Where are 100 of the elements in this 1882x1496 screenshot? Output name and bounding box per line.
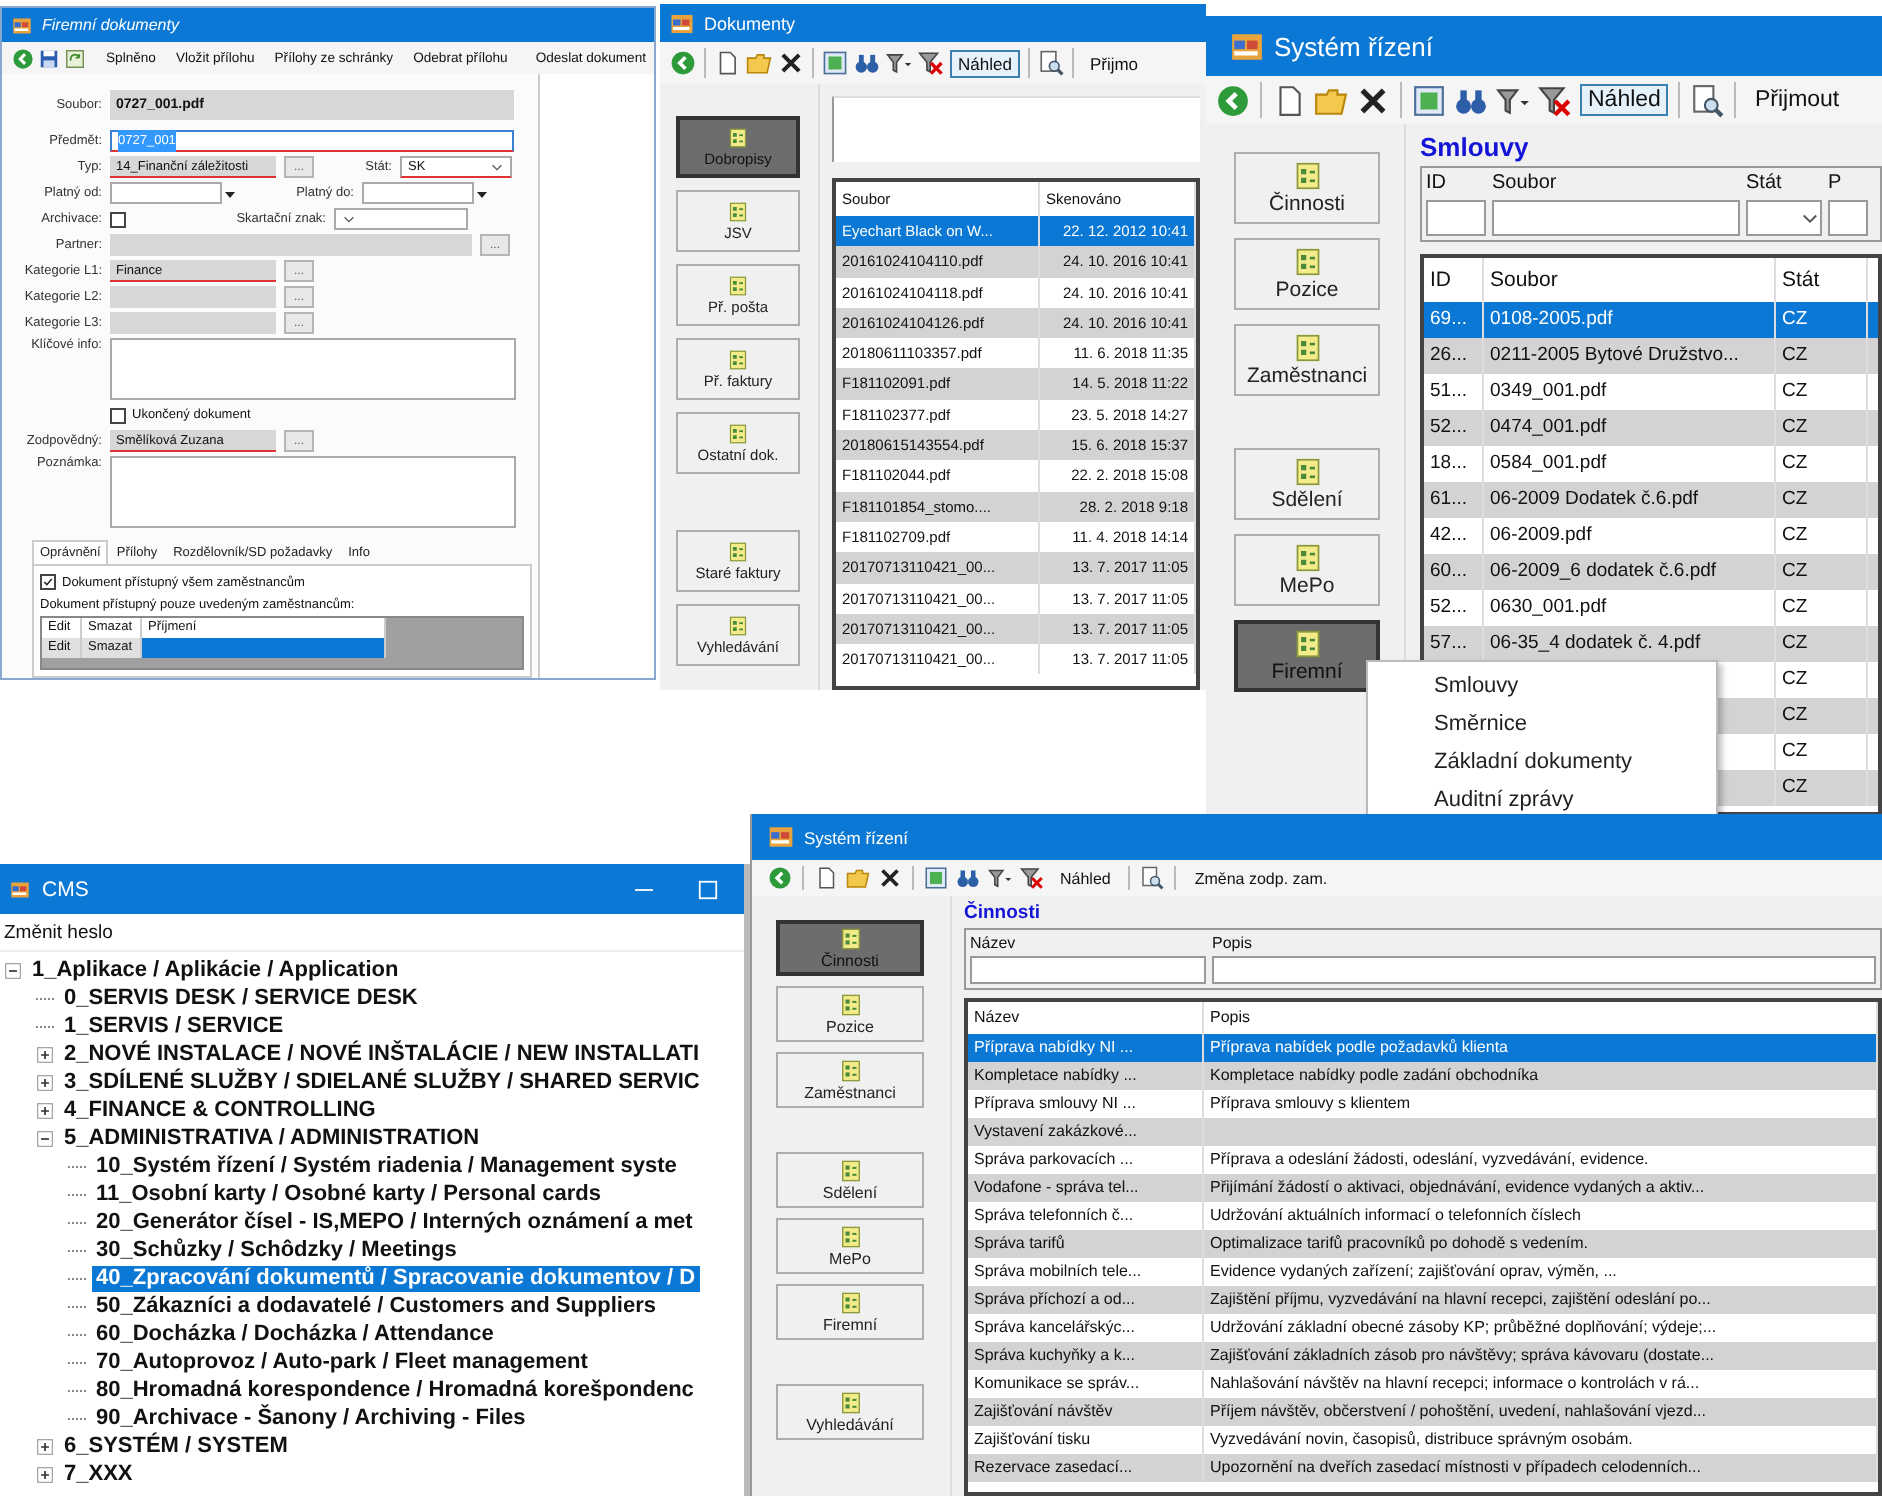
print-preview-icon[interactable] bbox=[1140, 866, 1165, 890]
back-icon[interactable] bbox=[12, 47, 34, 69]
back-icon[interactable] bbox=[670, 50, 696, 76]
nav-button[interactable]: Pozice bbox=[1234, 238, 1380, 310]
clear-filter-icon[interactable] bbox=[1020, 866, 1044, 890]
filter-icon[interactable] bbox=[886, 50, 912, 76]
nav-button[interactable]: Pozice bbox=[776, 986, 924, 1042]
binoculars-icon[interactable] bbox=[956, 866, 980, 890]
table-row[interactable]: Vodafone - správa tel... Přijímání žádostí o aktivaci, objednávání, evidence vydaných a aktiv... bbox=[968, 1174, 1878, 1202]
new-document-icon[interactable] bbox=[814, 866, 838, 890]
tree-item[interactable]: 10_Systém řízení / Systém riadenia / Management syste bbox=[92, 1153, 681, 1179]
filter-field[interactable] bbox=[1212, 956, 1876, 984]
table-row[interactable]: Správa příchozí a od... Zajištění příjmu, vyzvedávání na hlavní recepci, zajištění odeslání po... bbox=[968, 1286, 1878, 1314]
collapse-icon[interactable] bbox=[36, 1129, 54, 1147]
filter-field[interactable] bbox=[1492, 200, 1740, 236]
table-row[interactable]: Příprava nabídky NI ... Příprava nabídek podle požadavků klienta bbox=[968, 1034, 1878, 1062]
checkbox[interactable] bbox=[110, 211, 126, 227]
partner-field[interactable] bbox=[110, 234, 472, 256]
clear-filter-icon[interactable] bbox=[1538, 83, 1572, 117]
refresh-icon[interactable] bbox=[1412, 83, 1446, 117]
nav-button[interactable]: MePo bbox=[776, 1218, 924, 1274]
expand-icon[interactable] bbox=[36, 1073, 54, 1091]
tree-item[interactable]: 40_Zpracování dokumentů / Spracovanie dokumentov / D bbox=[92, 1265, 700, 1291]
nav-button[interactable]: Sdělení bbox=[1234, 448, 1380, 520]
tree-item[interactable]: 3_SDÍLENÉ SLUŽBY / SDIELANÉ SLUŽBY / SHARED SERVIC bbox=[60, 1069, 704, 1095]
toolbar-button[interactable]: Přijmo bbox=[1081, 49, 1147, 77]
expand-icon[interactable] bbox=[36, 1437, 54, 1455]
tree-item[interactable]: 80_Hromadná korespondence / Hromadná korešpondenc bbox=[92, 1377, 698, 1403]
filter-field[interactable] bbox=[970, 956, 1206, 984]
tree-item[interactable]: 50_Zákazníci a dodavatelé / Customers and Suppliers bbox=[92, 1293, 660, 1319]
toolbar-button[interactable]: Změna zodp. zam. bbox=[1186, 865, 1336, 891]
new-document-icon[interactable] bbox=[714, 50, 740, 76]
menu-item[interactable]: Auditní zprávy bbox=[1368, 782, 1716, 816]
checkbox[interactable] bbox=[40, 574, 56, 590]
tree-item[interactable]: 6_SYSTÉM / SYSTEM bbox=[60, 1433, 292, 1459]
maximize-icon[interactable] bbox=[696, 877, 720, 901]
delete-icon[interactable] bbox=[1356, 83, 1390, 117]
table-row[interactable]: Správa kuchyňky a k... Zajišťování základních zásob pro návštěvy; správa kávovaru (dostate... bbox=[968, 1342, 1878, 1370]
table-row[interactable]: Zajišťování návštěv Příjem návštěv, občerstvení / pohoštění, uvedení, nahlašování vjezd... bbox=[968, 1398, 1878, 1426]
save-icon[interactable] bbox=[38, 47, 60, 69]
tree-item[interactable]: 70_Autoprovoz / Auto-park / Fleet management bbox=[92, 1349, 592, 1375]
filter-field[interactable] bbox=[1828, 200, 1868, 236]
checkbox[interactable] bbox=[110, 407, 126, 423]
tree-item[interactable]: 60_Docházka / Docházka / Attendance bbox=[92, 1321, 498, 1347]
nav-button[interactable]: Firemní bbox=[1234, 620, 1380, 692]
tree-item[interactable]: 30_Schůzky / Schôdzky / Meetings bbox=[92, 1237, 461, 1263]
tree-item[interactable]: 5_ADMINISTRATIVA / ADMINISTRATION bbox=[60, 1125, 484, 1151]
folder-icon[interactable] bbox=[846, 866, 870, 890]
preview-button[interactable]: Náhled bbox=[1580, 84, 1669, 116]
category-field[interactable] bbox=[110, 286, 276, 308]
print-preview-icon[interactable] bbox=[1037, 50, 1064, 76]
table-row[interactable]: Správa tarifů Optimalizace tarifů pracovníků po dohodě s vedením. bbox=[968, 1230, 1878, 1258]
preview-button[interactable]: Náhled bbox=[1052, 865, 1119, 891]
selected-cell[interactable] bbox=[142, 638, 386, 658]
back-icon[interactable] bbox=[768, 866, 792, 890]
tree-item[interactable]: 0_SERVIS DESK / SERVICE DESK bbox=[60, 985, 422, 1011]
preview-button[interactable]: Náhled bbox=[950, 49, 1020, 77]
table-row[interactable]: 60... 06-2009_6 dodatek č.6.pdf CZ bbox=[1424, 554, 1878, 590]
tree-item[interactable]: 1_Aplikace / Aplikácie / Application bbox=[28, 957, 403, 983]
tree-item[interactable]: 1_SERVIS / SERVICE bbox=[60, 1013, 288, 1039]
nav-button[interactable]: Zaměstnanci bbox=[776, 1052, 924, 1108]
nav-button[interactable]: Vyhledávání bbox=[776, 1384, 924, 1440]
expand-icon[interactable] bbox=[36, 1045, 54, 1063]
expand-icon[interactable] bbox=[36, 1101, 54, 1119]
nav-button[interactable]: Sdělení bbox=[776, 1152, 924, 1208]
tree-item[interactable]: 2_NOVÉ INSTALACE / NOVÉ INŠTALÁCIE / NEW INSTALLATI bbox=[60, 1041, 704, 1067]
back-icon[interactable] bbox=[1216, 83, 1250, 117]
refresh-icon[interactable] bbox=[64, 47, 86, 69]
tree-item[interactable]: 20_Generátor čísel - IS,MEPO / Interných oznámení a met bbox=[92, 1209, 697, 1235]
clear-filter-icon[interactable] bbox=[918, 50, 944, 76]
filter-icon[interactable] bbox=[988, 866, 1012, 890]
table-row[interactable]: 69... 0108-2005.pdf CZ bbox=[1424, 302, 1878, 338]
category-field[interactable] bbox=[110, 312, 276, 334]
table-row[interactable]: 57... 06-35_4 dodatek č. 4.pdf CZ bbox=[1424, 626, 1878, 662]
table-row[interactable]: Vystavení zakázkové... bbox=[968, 1118, 1878, 1146]
nav-button[interactable]: Firemní bbox=[776, 1284, 924, 1340]
tree-item[interactable]: 11_Osobní karty / Osobné karty / Personal cards bbox=[92, 1181, 606, 1207]
table-row[interactable]: 61... 06-2009 Dodatek č.6.pdf CZ bbox=[1424, 482, 1878, 518]
table-row[interactable]: Rezervace zasedací... Upozornění na dveřích zasedací místnosti v případech celodenních... bbox=[968, 1454, 1878, 1482]
filter-dropdown[interactable] bbox=[1746, 200, 1822, 236]
menu-item[interactable]: Směrnice bbox=[1368, 706, 1716, 744]
menu-item[interactable]: Změnit heslo bbox=[0, 921, 117, 943]
tree-item[interactable]: 7_XXX bbox=[60, 1461, 137, 1487]
delete-icon[interactable] bbox=[878, 866, 902, 890]
tree-item[interactable]: 90_Archivace - Šanony / Archiving - Files bbox=[92, 1405, 530, 1431]
table-row[interactable]: Kompletace nabídky ... Kompletace nabídky podle zadání obchodníka bbox=[968, 1062, 1878, 1090]
refresh-icon[interactable] bbox=[822, 50, 848, 76]
table-row[interactable]: 26... 0211-2005 Bytové Družstvo... CZ bbox=[1424, 338, 1878, 374]
nav-button[interactable]: MePo bbox=[1234, 534, 1380, 606]
collapse-icon[interactable] bbox=[4, 961, 22, 979]
date-field[interactable] bbox=[110, 182, 222, 204]
binoculars-icon[interactable] bbox=[854, 50, 880, 76]
filter-field[interactable] bbox=[1426, 200, 1486, 236]
table-row[interactable]: 52... 0474_001.pdf CZ bbox=[1424, 410, 1878, 446]
delete-icon[interactable] bbox=[778, 50, 804, 76]
nav-button[interactable]: Činnosti bbox=[1234, 152, 1380, 224]
dropdown-field[interactable] bbox=[334, 208, 468, 230]
print-preview-icon[interactable] bbox=[1690, 83, 1725, 117]
expand-icon[interactable] bbox=[36, 1465, 54, 1483]
filter-icon[interactable] bbox=[1496, 83, 1530, 117]
